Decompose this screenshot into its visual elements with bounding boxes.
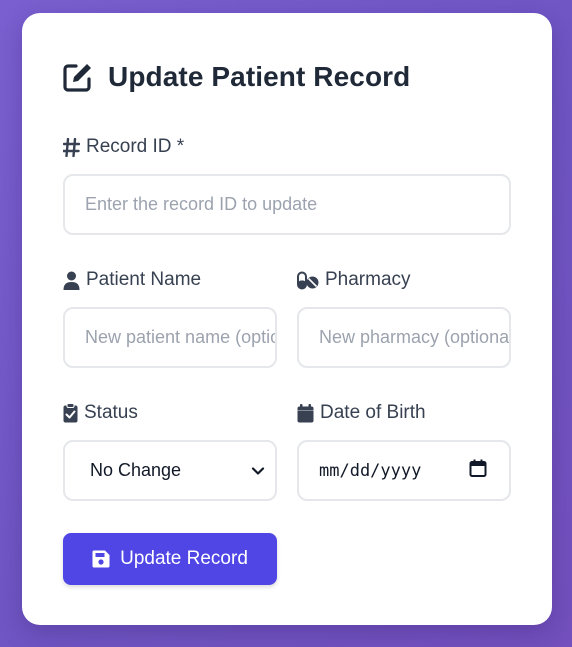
edit-icon: [62, 61, 94, 93]
dob-value: mm/dd/yyyy: [319, 460, 422, 481]
page-title: Update Patient Record: [108, 61, 411, 92]
status-label: Status: [63, 402, 138, 424]
pills-icon: [297, 271, 319, 290]
pharmacy-label-text: Pharmacy: [325, 269, 411, 290]
chevron-down-icon: [251, 460, 265, 481]
patient-name-input[interactable]: New patient name (optional): [63, 307, 277, 368]
pharmacy-input[interactable]: New pharmacy (optional): [297, 307, 511, 368]
card-header: Update Patient Record: [62, 61, 410, 93]
status-label-text: Status: [84, 402, 138, 423]
update-record-button-label: Update Record: [120, 548, 248, 569]
status-select[interactable]: No Change: [63, 440, 277, 501]
update-record-card: Update Patient Record Record ID * Enter …: [22, 13, 552, 625]
update-record-button[interactable]: Update Record: [63, 533, 277, 585]
record-id-label: Record ID *: [63, 136, 184, 158]
patient-name-placeholder: New patient name (optional): [85, 327, 275, 347]
patient-name-label: Patient Name: [63, 269, 201, 291]
pharmacy-label: Pharmacy: [297, 269, 411, 291]
status-selected-value: No Change: [90, 460, 182, 480]
calendar-picker-icon[interactable]: [469, 459, 487, 482]
dob-date-input[interactable]: mm/dd/yyyy: [297, 440, 511, 501]
pharmacy-placeholder: New pharmacy (optional): [319, 327, 511, 347]
calendar-icon: [297, 403, 314, 423]
record-id-placeholder: Enter the record ID to update: [85, 194, 318, 214]
dob-label-text: Date of Birth: [320, 402, 426, 423]
record-id-input[interactable]: Enter the record ID to update: [63, 174, 511, 235]
dob-label: Date of Birth: [297, 402, 426, 424]
hash-icon: [63, 137, 80, 157]
save-icon: [92, 550, 110, 568]
user-icon: [63, 271, 80, 290]
patient-name-label-text: Patient Name: [86, 269, 202, 290]
clipboard-check-icon: [63, 403, 78, 423]
record-id-label-text: Record ID *: [86, 136, 185, 157]
